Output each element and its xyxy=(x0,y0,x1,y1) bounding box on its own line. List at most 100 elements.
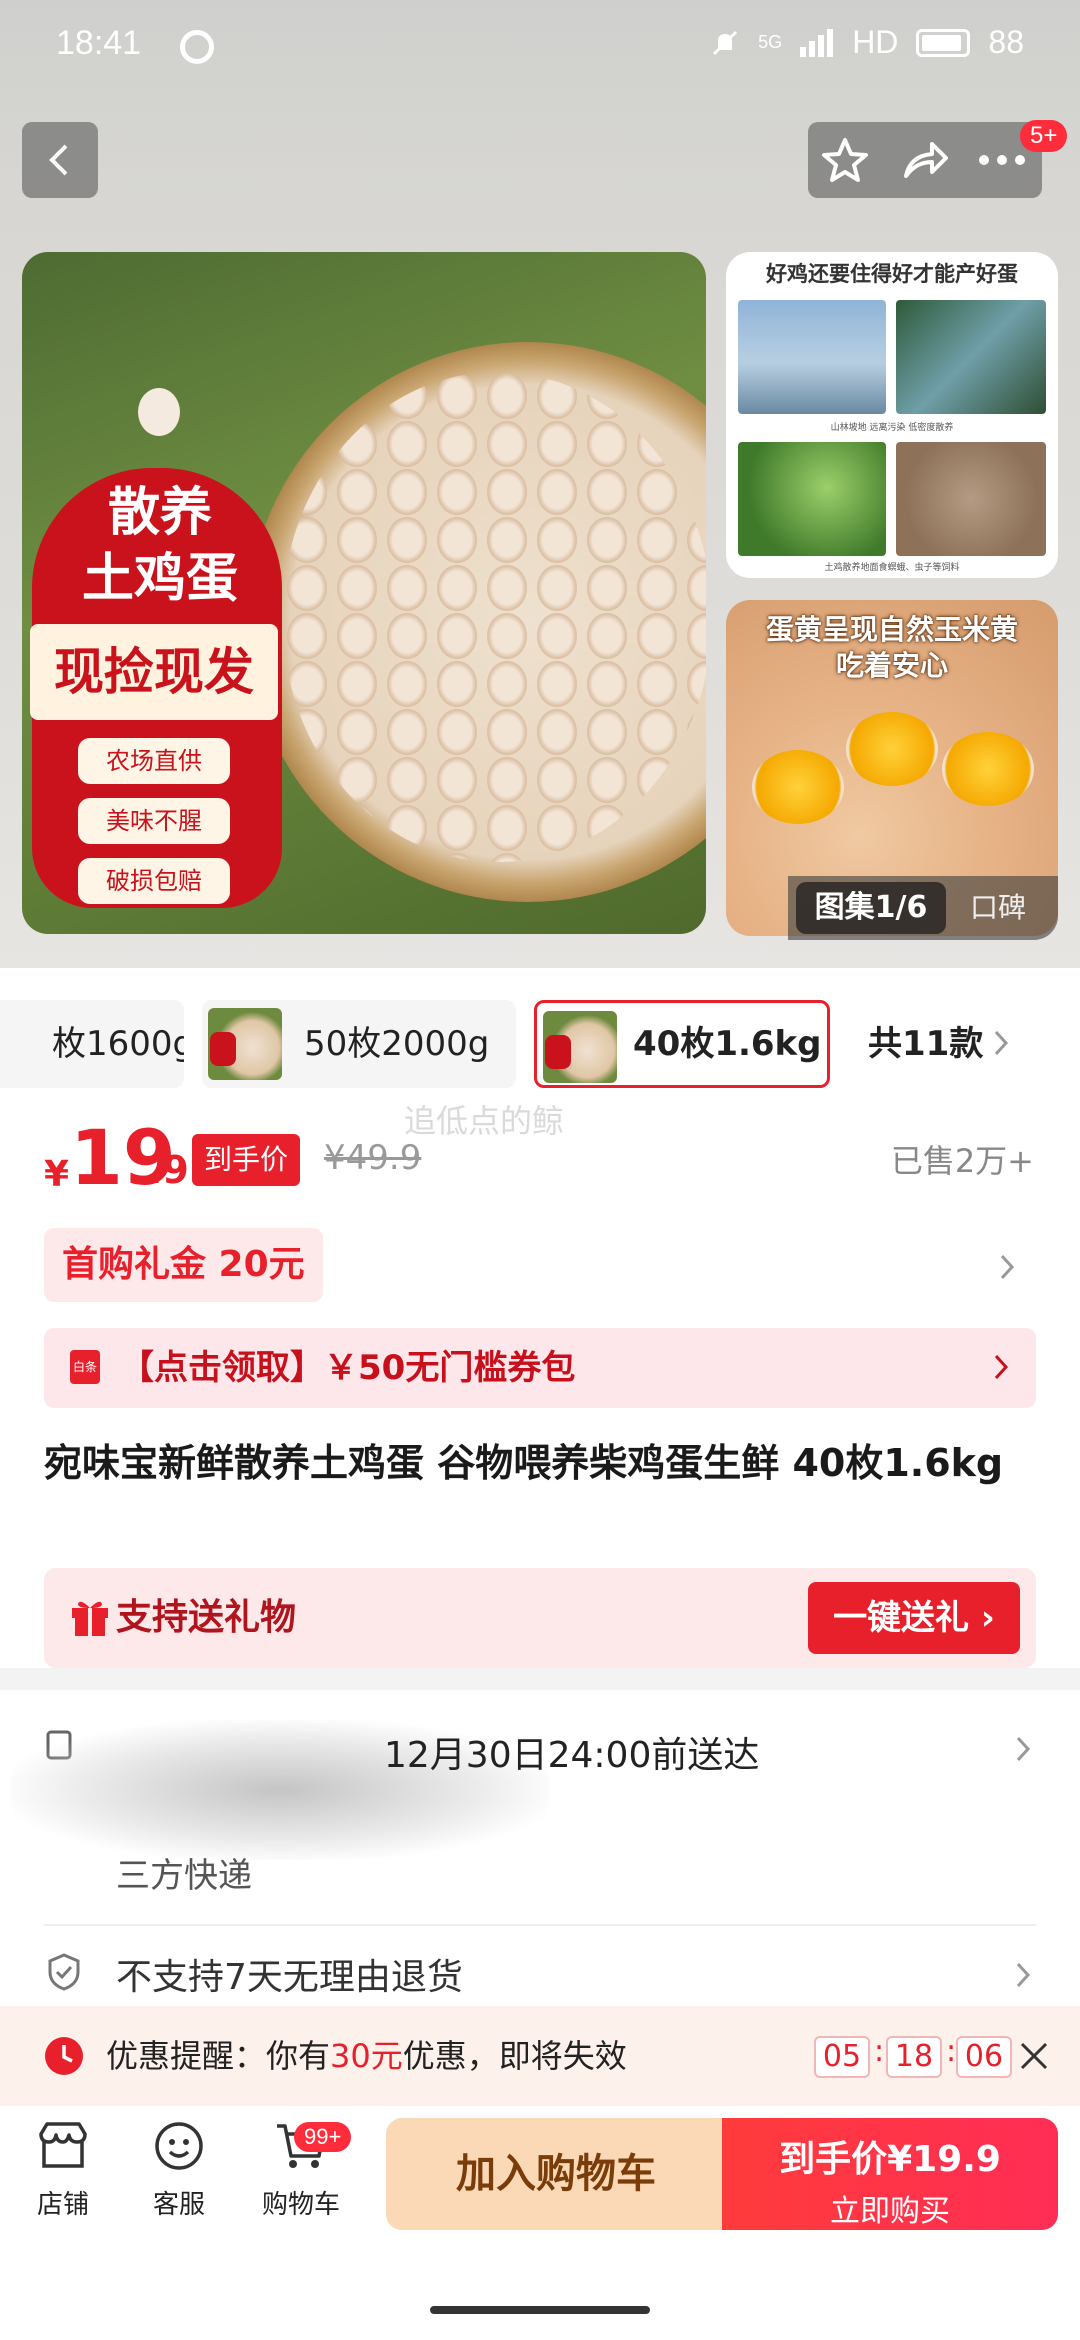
side2-title-line2: 吃着安心 xyxy=(835,649,948,682)
buy-now-price: 到手价¥19.9 xyxy=(779,2139,1001,2180)
yolk-image xyxy=(752,750,844,824)
chevron-right-icon xyxy=(1016,1736,1031,1762)
eggs-image xyxy=(282,372,706,862)
countdown-hours: 05 xyxy=(814,2036,870,2078)
battery-level: 88 xyxy=(988,24,1024,60)
share-icon[interactable] xyxy=(900,136,950,184)
variant-thumbnail xyxy=(208,1008,282,1080)
buy-now-button[interactable]: 到手价¥19.9 立即购买 xyxy=(722,2118,1058,2230)
delivery-time: 12月30日24:00前送达 xyxy=(384,1735,760,1776)
reminder-suffix: 优惠，即将失效 xyxy=(402,2037,627,2075)
gallery-counter-tab[interactable]: 图集1/6 xyxy=(796,882,946,934)
network-type: 5G xyxy=(758,32,783,52)
product-gallery: 18:41 5G HD 88 5+ 散养 土鸡蛋 现捡现发 农场直供 美味不腥 … xyxy=(0,0,1080,968)
status-time: 18:41 xyxy=(56,24,142,62)
status-bar: 18:41 5G HD 88 xyxy=(0,0,1080,92)
cart-label: 购物车 xyxy=(261,2190,340,2220)
mute-bell-icon xyxy=(713,30,738,55)
side-image-caption: 山林坡地 远离污染 低密度散养 xyxy=(830,423,954,433)
side-image-caption: 土鸡散养地面食螟蛾、虫子等饲料 xyxy=(824,563,960,573)
chevron-right-icon[interactable] xyxy=(996,1252,1018,1282)
variant-count[interactable]: 共11款 xyxy=(868,1000,983,1088)
variant-option[interactable]: 50枚2000g xyxy=(202,1000,516,1088)
promo-title-line2: 土鸡蛋 xyxy=(81,549,238,609)
divider xyxy=(44,1924,1036,1926)
variant-selector: 枚1600g 50枚2000g 40枚1.6kg 共11款 xyxy=(0,1000,1080,1090)
back-button[interactable] xyxy=(22,122,98,198)
close-icon[interactable] xyxy=(1014,2036,1054,2076)
send-gift-label: 支持送礼物 xyxy=(116,1597,297,1638)
yolk-image xyxy=(846,712,938,786)
status-indicators: 5G HD 88 xyxy=(710,24,1024,61)
discount-reminder[interactable]: 优惠提醒：你有30元优惠，即将失效 05 : 18 : 06 xyxy=(0,2006,1080,2106)
first-purchase-gift[interactable]: 首购礼金 20元 xyxy=(44,1228,323,1302)
worm-photo xyxy=(896,442,1046,556)
battery-icon xyxy=(916,28,971,57)
promo-band: 现捡现发 xyxy=(30,624,278,720)
variant-option[interactable]: 枚1600g xyxy=(0,1000,184,1088)
reminder-text: 优惠提醒：你有30元优惠，即将失效 xyxy=(106,2006,627,2106)
chat-face-icon xyxy=(155,2122,203,2170)
promo-title: 散养 土鸡蛋 xyxy=(40,480,280,612)
customer-service-button[interactable]: 客服 xyxy=(124,2120,234,2221)
reminder-amount: 30元 xyxy=(330,2037,403,2075)
egg-image xyxy=(138,388,180,436)
send-gift-button[interactable]: 一键送礼 › xyxy=(808,1582,1020,1654)
product-info-card: 枚1600g 50枚2000g 40枚1.6kg 共11款 追低点的鲸 ¥ 19… xyxy=(0,968,1080,1668)
side-image-title: 好鸡还要住得好才能产好蛋 xyxy=(766,261,1018,286)
promo-chip: 农场直供 xyxy=(78,738,230,784)
grasshopper-photo xyxy=(738,442,886,556)
variant-label: 50枚2000g xyxy=(304,1024,490,1064)
store-button[interactable]: 店铺 xyxy=(8,2120,118,2221)
gallery-reviews-tab[interactable]: 口碑 xyxy=(970,882,1026,934)
store-icon xyxy=(39,2122,87,2168)
side-image-habitat[interactable]: 好鸡还要住得好才能产好蛋 山林坡地 远离污染 低密度散养 土鸡散养地面食螟蛾、虫… xyxy=(726,252,1058,578)
variant-thumbnail xyxy=(543,1011,617,1083)
main-product-image[interactable]: 散养 土鸡蛋 现捡现发 农场直供 美味不腥 破损包赔 xyxy=(22,252,706,934)
bottom-action-bar: 店铺 客服 购物车 99+ 加入购物车 到手价¥19.9 立即购买 xyxy=(0,2106,1080,2340)
favorite-star-icon[interactable] xyxy=(820,136,870,184)
message-badge: 5+ xyxy=(1020,120,1068,152)
variant-label: 40枚1.6kg xyxy=(633,1024,822,1064)
coupon-text: 【点击领取】￥50无门槛券包 xyxy=(120,1348,576,1388)
return-policy: 不支持7天无理由退货 xyxy=(116,1957,463,1998)
app-status-icon xyxy=(180,30,214,64)
baitiao-icon: 白条 xyxy=(70,1350,100,1384)
home-indicator[interactable] xyxy=(430,2306,650,2314)
stream-photo xyxy=(896,300,1046,414)
delivery-carrier: 三方快递 xyxy=(116,1856,252,1896)
price-currency: ¥ xyxy=(44,1154,70,1195)
promo-title-line1: 散养 xyxy=(107,483,212,543)
chevron-right-icon xyxy=(994,1354,1009,1380)
hd-indicator: HD xyxy=(852,24,899,60)
send-gift-banner: 支持送礼物 一键送礼 › xyxy=(44,1568,1036,1668)
store-label: 店铺 xyxy=(36,2190,89,2220)
chevron-left-icon xyxy=(49,144,68,176)
coupon-banner[interactable]: 白条 【点击领取】￥50无门槛券包 xyxy=(44,1328,1036,1408)
reminder-prefix: 优惠提醒：你有 xyxy=(106,2037,331,2075)
chevron-right-icon xyxy=(1016,1962,1031,1988)
final-price-tag: 到手价 xyxy=(192,1134,301,1186)
send-gift-button-label: 一键送礼 xyxy=(833,1598,970,1638)
countdown-minutes: 18 xyxy=(886,2036,942,2078)
cart-count-badge: 99+ xyxy=(294,2122,352,2152)
sold-count: 已售2万+ xyxy=(890,1142,1034,1180)
promo-chip: 破损包赔 xyxy=(78,858,230,904)
clock-icon xyxy=(45,2037,83,2075)
shield-icon xyxy=(48,1953,80,1991)
mountain-photo xyxy=(738,300,886,414)
chevron-right-icon xyxy=(994,1030,1009,1056)
variant-option-selected[interactable]: 40枚1.6kg xyxy=(534,1000,830,1088)
promo-chip: 美味不腥 xyxy=(78,798,230,844)
service-label: 客服 xyxy=(152,2190,205,2220)
add-to-cart-button[interactable]: 加入购物车 xyxy=(386,2118,726,2230)
side2-title-line1: 蛋黄呈现自然玉米黄 xyxy=(765,613,1018,646)
signal-icon xyxy=(800,28,834,57)
buy-now-label: 立即购买 xyxy=(830,2194,950,2229)
top-action-group xyxy=(808,122,1042,198)
delivery-card[interactable]: 12月30日24:00前送达 三方快递 不支持7天无理由退货 xyxy=(0,1690,1080,2010)
product-title: 宛味宝新鲜散养土鸡蛋 谷物喂养柴鸡蛋生鲜 40枚1.6kg xyxy=(44,1441,1004,1485)
original-price: ¥49.9 xyxy=(324,1138,422,1178)
gift-icon xyxy=(72,1601,108,1636)
countdown-separator: : xyxy=(946,2034,957,2069)
